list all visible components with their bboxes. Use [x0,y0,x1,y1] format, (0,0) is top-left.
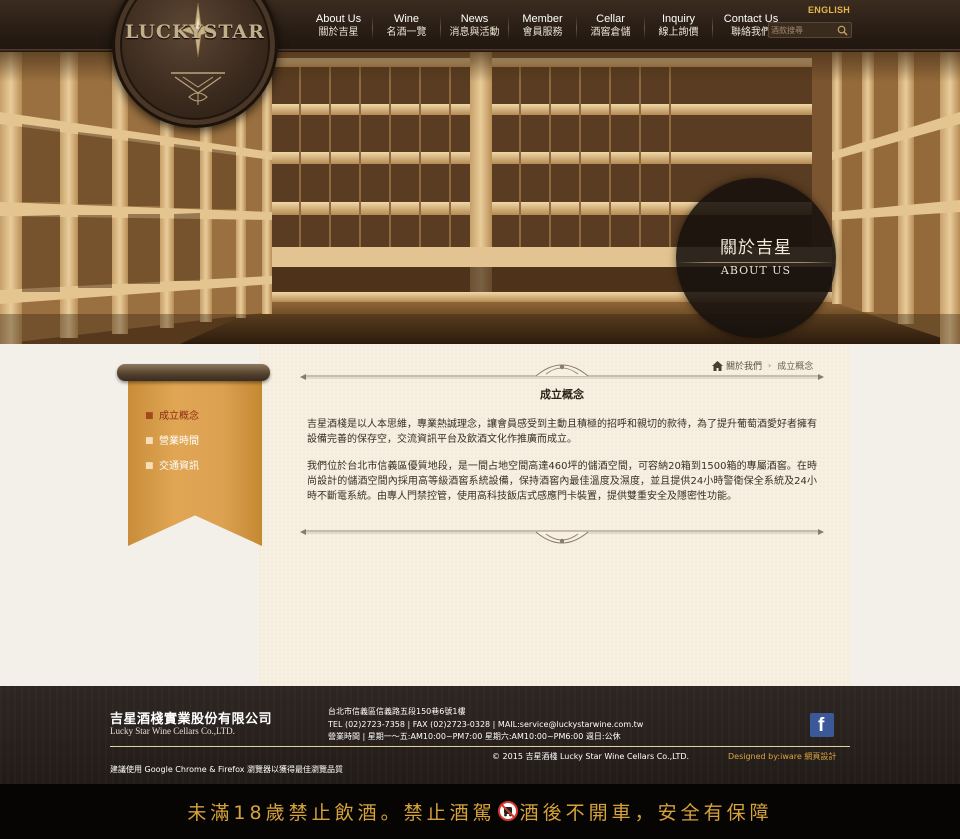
breadcrumb-separator: › [768,361,772,370]
breadcrumb: 關於我們 › 成立概念 [712,359,813,372]
footer-address: 台北市信義區信義路五段150巷6號1樓 [328,707,466,716]
nav-wine[interactable]: Wine 名酒一覽 [373,12,440,42]
english-language-link[interactable]: ENGLISH [808,5,850,15]
sidebar-item-concept[interactable]: ■ 成立概念 [135,404,255,429]
nav-label-zh: 名酒一覽 [386,27,427,38]
nav-label-en: Wine [393,13,420,25]
bullet-icon: ■ [145,411,154,421]
logo-ornament-icon [171,72,225,105]
nav-label-zh: 關於吉星 [318,27,359,38]
nav-label-en: Member [522,13,563,25]
nav-label-en: News [460,13,489,25]
ornament-divider-bottom [300,529,824,544]
home-icon[interactable] [712,360,723,371]
nav-about-us[interactable]: About Us 關於吉星 [305,12,372,42]
hero-title-en: ABOUT US [720,264,792,277]
intro-paragraph: 吉星酒棧是以人本思維，專業熱誠理念，讓會員感受到主動且積極的招呼和親切的款待，為… [307,419,817,445]
footer-hours: 營業時間 | 星期一～五:AM10:00~PM7:00 星期六:AM10:00~… [328,732,621,741]
nav-label-zh: 消息與活動 [449,27,500,38]
sidebar-item-transport[interactable]: ■ 交通資訊 [135,454,255,479]
company-name-en: Lucky Star Wine Cellars Co.,LTD. [110,726,235,736]
footer: 吉星酒棧實業股份有限公司 Lucky Star Wine Cellars Co.… [0,686,960,784]
bullet-icon: ■ [145,461,154,471]
alcohol-warning-bar: 未滿18歲禁止飲酒。禁止酒駕 酒後不開車，安全有保障 [0,784,960,839]
nav-label-zh: 會員服務 [522,27,563,38]
warning-text-before: 未滿18歲禁止飲酒。禁止酒駕 [187,802,496,824]
nav-label-en: Inquiry [661,13,696,25]
section-title: 成立概念 [540,388,584,401]
breadcrumb-current: 成立概念 [777,362,814,372]
hero-title-zh: 關於吉星 [720,238,792,258]
facebook-letter: f [818,715,825,736]
designer-link[interactable]: Designed by:iware 網頁設計 [728,751,836,762]
search-input[interactable] [771,24,835,36]
nav-label-en: About Us [315,13,362,25]
facility-paragraph: 我們位於台北市信義區優質地段，是一間占地空間高達460坪的儲酒空間，可容納20箱… [307,461,817,502]
nav-inquiry[interactable]: Inquiry 線上詢價 [645,12,712,42]
sidebar-item-label: 成立概念 [159,411,199,422]
footer-contact: TEL (02)2723-7358 | FAX (02)2723-0328 | … [328,720,644,729]
sidebar-item-label: 交通資訊 [159,461,199,472]
bullet-icon: ■ [145,436,154,446]
nav-label-zh: 線上詢價 [658,27,699,38]
sidebar-nav: ■ 成立概念 ■ 營業時間 ■ 交通資訊 [135,404,255,479]
warning-text-after: 酒後不開車，安全有保障 [519,802,773,824]
warning-text: 未滿18歲禁止飲酒。禁止酒駕 酒後不開車，安全有保障 [0,798,960,825]
sidebar-wood-bar [117,364,270,381]
company-name-zh: 吉星酒棧實業股份有限公司 [110,712,273,727]
sidebar-item-label: 營業時間 [159,436,199,447]
sidebar-item-hours[interactable]: ■ 營業時間 [135,429,255,454]
main-nav: About Us 關於吉星 Wine 名酒一覽 News 消息與活動 Membe… [305,12,789,42]
nav-cellar[interactable]: Cellar 酒窖倉儲 [577,12,644,42]
nav-label-zh: 酒窖倉儲 [590,27,631,38]
browser-recommendation: 建議使用 Google Chrome & Firefox 瀏覽器以獲得最佳瀏覽品… [110,765,344,774]
hero-divider [676,262,836,263]
nav-news[interactable]: News 消息與活動 [441,12,508,42]
facebook-icon[interactable]: f [810,713,834,737]
logo-text: LUCKYSTAR [125,21,265,43]
copyright-text: © 2015 吉星酒棧 Lucky Star Wine Cellars Co.,… [492,752,690,761]
footer-divider [110,746,850,747]
nav-member[interactable]: Member 會員服務 [509,12,576,42]
nav-label-en: Cellar [596,13,625,25]
search-icon[interactable] [837,25,848,36]
breadcrumb-parent-link[interactable]: 關於我們 [726,359,762,372]
search-box [768,22,852,38]
about-us-badge: 關於吉星 ABOUT US [676,178,836,338]
no-drink-driving-icon [497,800,518,821]
